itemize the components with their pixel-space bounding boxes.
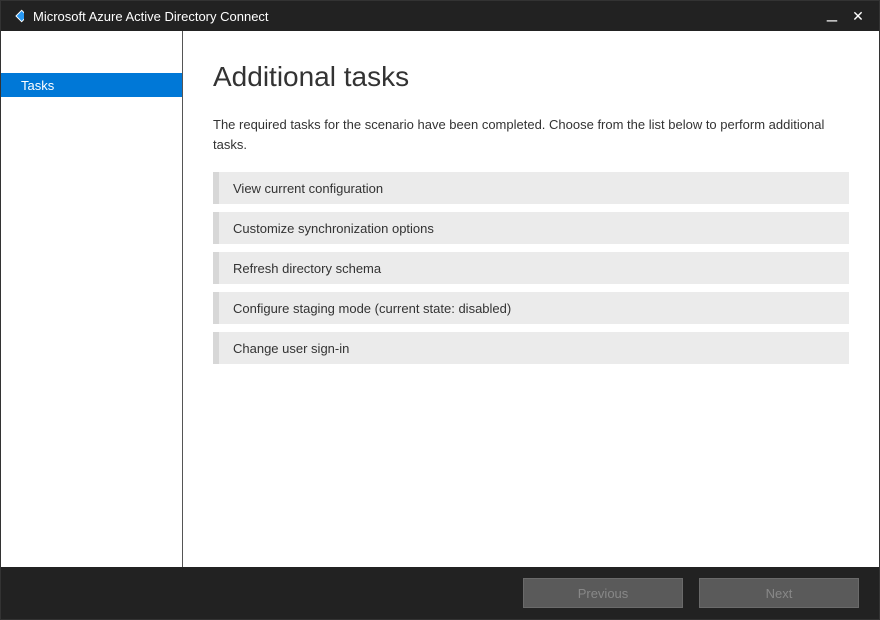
task-label: Change user sign-in: [233, 341, 349, 356]
task-change-signin[interactable]: Change user sign-in: [213, 332, 849, 364]
next-button[interactable]: Next: [699, 578, 859, 608]
sidebar: Tasks: [1, 31, 183, 567]
button-label: Previous: [578, 586, 629, 601]
page-description: The required tasks for the scenario have…: [213, 115, 849, 154]
close-button[interactable]: ✕: [845, 1, 871, 31]
task-customize-sync[interactable]: Customize synchronization options: [213, 212, 849, 244]
task-list: View current configuration Customize syn…: [213, 172, 849, 364]
task-label: Refresh directory schema: [233, 261, 381, 276]
task-label: Configure staging mode (current state: d…: [233, 301, 511, 316]
task-refresh-schema[interactable]: Refresh directory schema: [213, 252, 849, 284]
page-title: Additional tasks: [213, 61, 849, 93]
sidebar-item-tasks[interactable]: Tasks: [1, 73, 182, 97]
task-view-configuration[interactable]: View current configuration: [213, 172, 849, 204]
app-icon: [7, 7, 25, 25]
window-title: Microsoft Azure Active Directory Connect: [33, 9, 269, 24]
main-panel: Additional tasks The required tasks for …: [183, 31, 879, 567]
task-label: Customize synchronization options: [233, 221, 434, 236]
task-label: View current configuration: [233, 181, 383, 196]
footer: Previous Next: [1, 567, 879, 619]
minimize-button[interactable]: _: [819, 0, 845, 27]
previous-button[interactable]: Previous: [523, 578, 683, 608]
titlebar: Microsoft Azure Active Directory Connect…: [1, 1, 879, 31]
task-staging-mode[interactable]: Configure staging mode (current state: d…: [213, 292, 849, 324]
button-label: Next: [766, 586, 793, 601]
content-area: Tasks Additional tasks The required task…: [1, 31, 879, 567]
sidebar-item-label: Tasks: [21, 78, 54, 93]
